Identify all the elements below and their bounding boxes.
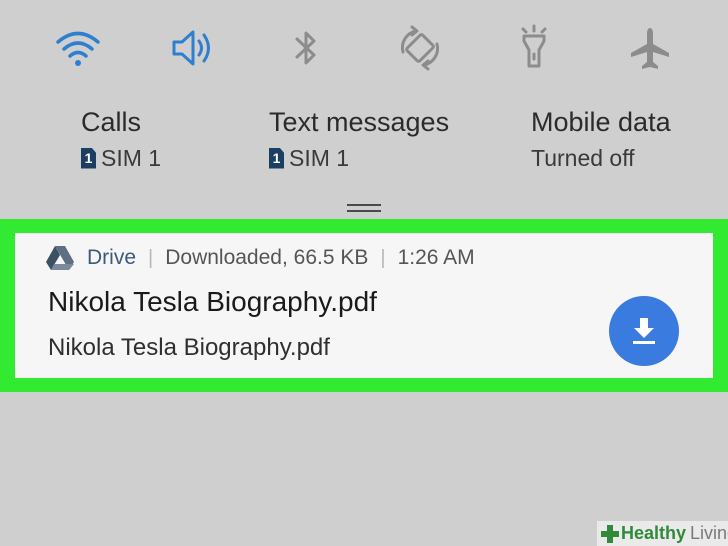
- app-name: Drive: [87, 246, 137, 269]
- notification-panel: Calls 1 SIM 1 Text messages 1 SIM 1 Mobi…: [0, 0, 728, 546]
- airplane-mode-toggle[interactable]: [620, 18, 680, 78]
- watermark: Healthy Living: [597, 521, 728, 546]
- watermark-text: Healthy: [621, 523, 687, 543]
- notification-header: Drive | Downloaded, 66.5 KB | 1:26 AM: [45, 245, 475, 271]
- download-status: Downloaded, 66.5 KB: [165, 246, 369, 269]
- mobile-data-label: Mobile data: [531, 107, 671, 137]
- notification-time: 1:26 AM: [397, 246, 475, 269]
- airplane-mode-icon: [631, 28, 669, 69]
- health-cross-icon: [601, 524, 619, 543]
- wifi-toggle[interactable]: [48, 18, 108, 78]
- bluetooth-toggle[interactable]: [276, 18, 336, 78]
- calls-sim-value: SIM 1: [101, 145, 162, 171]
- mobile-data-value: Turned off: [531, 145, 635, 171]
- watermark-text: Living: [690, 523, 728, 543]
- google-drive-icon: [46, 246, 74, 270]
- sim-card-icon: 1: [269, 147, 284, 169]
- text-messages-label: Text messages: [269, 107, 450, 137]
- bluetooth-icon: [295, 31, 316, 65]
- auto-rotate-toggle[interactable]: [390, 18, 450, 78]
- calls-label: Calls: [81, 107, 142, 137]
- text-messages-sim-info[interactable]: Text messages 1 SIM 1: [269, 105, 449, 173]
- sound-icon: [172, 30, 210, 66]
- drag-handle[interactable]: [347, 204, 381, 214]
- sound-toggle[interactable]: [162, 18, 222, 78]
- notification-title: Nikola Tesla Biography.pdf: [48, 286, 377, 317]
- flashlight-icon: [521, 24, 547, 68]
- mobile-data-info[interactable]: Mobile data Turned off: [531, 105, 671, 173]
- separator: |: [380, 246, 386, 269]
- wifi-icon: [56, 31, 100, 66]
- quick-settings-row: [0, 18, 728, 78]
- flashlight-toggle[interactable]: [504, 18, 564, 78]
- calls-sim-info[interactable]: Calls 1 SIM 1: [81, 105, 161, 173]
- separator: |: [148, 246, 154, 269]
- text-messages-sim-value: SIM 1: [289, 145, 350, 171]
- download-notification[interactable]: Drive | Downloaded, 66.5 KB | 1:26 AM Ni…: [15, 233, 713, 378]
- sim-card-icon: 1: [81, 147, 96, 169]
- auto-rotate-icon: [400, 25, 440, 71]
- download-icon: [633, 318, 655, 344]
- open-download-button[interactable]: [609, 296, 679, 366]
- notification-body: Nikola Tesla Biography.pdf: [48, 334, 330, 361]
